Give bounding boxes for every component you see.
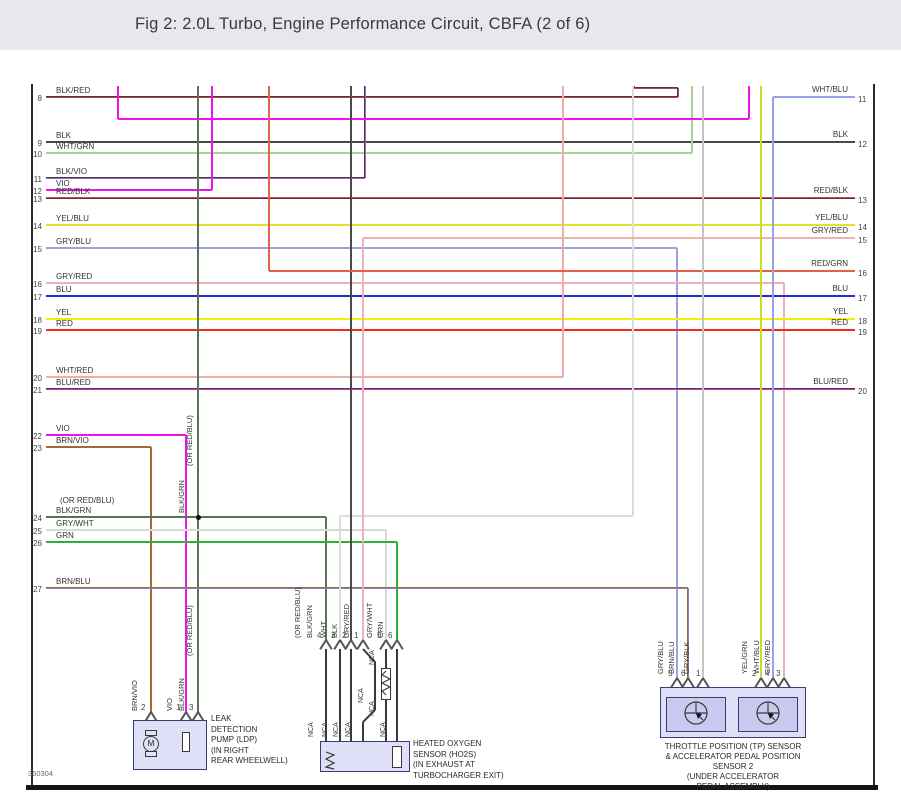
- potentiometer-icon: [756, 701, 780, 725]
- trim-resistor-zigzag-icon: [380, 670, 392, 696]
- sensor-symbols-layer: [324, 670, 780, 770]
- heater-zigzag-icon: [324, 751, 336, 770]
- potentiometer-icon: [684, 701, 708, 725]
- wiring-diagram-page: Fig 2: 2.0L Turbo, Engine Performance Ci…: [0, 0, 901, 809]
